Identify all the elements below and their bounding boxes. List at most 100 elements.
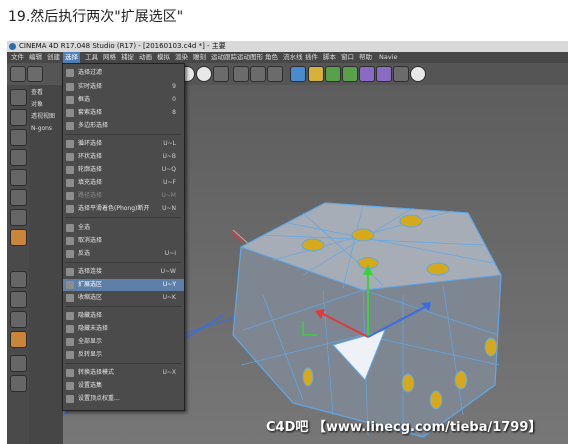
undo-icon[interactable] [10, 66, 26, 82]
menu-item-fill-selection[interactable]: 填充选择 U~F [63, 177, 184, 189]
workplane-icon[interactable] [10, 149, 27, 166]
polygon-selection-icon [66, 122, 74, 130]
invert-selection-icon [66, 250, 74, 258]
pen-spline-icon[interactable] [308, 66, 324, 82]
menu-item-unhide-all[interactable]: 全部显示 [63, 336, 184, 348]
menu-navie[interactable]: Navie [379, 52, 398, 63]
unhide-all-icon [66, 338, 74, 346]
shrink-selection-icon [66, 294, 74, 302]
locked-workplane-icon[interactable] [10, 311, 27, 328]
menu-item-invert-visibility[interactable]: 反转显示 [63, 349, 184, 361]
cloner-icon[interactable] [342, 66, 358, 82]
menu-item-convert-selection[interactable]: 转换选择模式 U~X [63, 367, 184, 379]
menu-item-hide-unselected[interactable]: 隐藏未选择 [63, 323, 184, 335]
menu-item-set-selection[interactable]: 设置选集 [63, 380, 184, 392]
select-dropdown-menu: 选择过滤 实时选择 9 框选 0 套索选择 8 多边形选择 循环选择 U~L 环状选择 U… [62, 63, 185, 411]
panel-perspective-label: 透视视图 [31, 113, 56, 120]
menu-item-select-all[interactable]: 全选 [63, 222, 184, 234]
menu-render[interactable]: 渲染 [175, 52, 188, 63]
menu-sculpt[interactable]: 雕刻 [193, 52, 206, 63]
magnet-icon[interactable] [10, 331, 27, 348]
menu-edit[interactable]: 编辑 [29, 52, 42, 63]
light-icon[interactable] [410, 66, 426, 82]
window-title: CINEMA 4D R17.048 Studio (R17) - [201601… [19, 42, 226, 50]
camera-icon[interactable] [393, 66, 409, 82]
points-mode-icon[interactable] [10, 169, 27, 186]
menu-item-outline-selection[interactable]: 轮廓选择 U~Q [63, 164, 184, 176]
render-view-icon[interactable] [233, 66, 249, 82]
menu-item-select-filter[interactable]: 选择过滤 [63, 67, 184, 79]
menu-bar: 文件 编辑 创建 选择 工具 网格 捕捉 动画 模拟 渲染 雕刻 运动跟踪 运动… [7, 52, 568, 63]
menu-snap[interactable]: 捕捉 [121, 52, 134, 63]
menu-animation[interactable]: 动画 [139, 52, 152, 63]
menu-script[interactable]: 脚本 [323, 52, 336, 63]
c4d-logo-icon [9, 43, 16, 50]
hide-selected-icon [66, 312, 74, 320]
select-connected-icon [66, 268, 74, 276]
fill-selection-icon [66, 179, 74, 187]
menu-mesh[interactable]: 网格 [103, 52, 116, 63]
polygons-mode-icon[interactable] [10, 209, 27, 226]
menu-item-hide-selected[interactable]: 隐藏选择 [63, 310, 184, 322]
visibility-icon[interactable] [10, 375, 27, 392]
loop-selection-icon [66, 140, 74, 148]
texture-mode-icon[interactable] [10, 129, 27, 146]
model-mode-icon[interactable] [10, 109, 27, 126]
select-all-icon [66, 224, 74, 232]
menu-character[interactable]: 角色 [265, 52, 278, 63]
invert-visibility-icon [66, 351, 74, 359]
menu-tools[interactable]: 工具 [85, 52, 98, 63]
menu-help[interactable]: 帮助 [359, 52, 372, 63]
panel-object-label[interactable]: 对象 [31, 99, 43, 108]
vertex-weight-icon [66, 395, 74, 403]
menu-item-lasso-selection[interactable]: 套索选择 8 [63, 107, 184, 119]
set-selection-icon [66, 382, 74, 390]
rotate-axis-z-icon[interactable] [196, 66, 212, 82]
menu-item-deselect-all[interactable]: 取消选择 [63, 235, 184, 247]
watermark: C4D吧 【www.linecg.com/tieba/1799】 [266, 420, 542, 435]
object-panel: 查看 对象 透视视图 N-gons [29, 85, 63, 444]
make-editable-icon[interactable] [10, 89, 27, 106]
lasso-selection-icon [66, 109, 74, 117]
coordinate-system-icon[interactable] [213, 66, 229, 82]
menu-separator [65, 363, 182, 364]
menu-item-live-selection[interactable]: 实时选择 9 [63, 81, 184, 93]
menu-select[interactable]: 选择 [63, 52, 80, 63]
panel-view-label[interactable]: 查看 [31, 87, 43, 96]
menu-item-rectangle-selection[interactable]: 框选 0 [63, 94, 184, 106]
menu-item-phong-break-selection[interactable]: 选择平滑着色(Phong)断开 U~N [63, 203, 184, 215]
redo-icon[interactable] [27, 66, 43, 82]
subdivision-surface-icon[interactable] [325, 66, 341, 82]
render-settings-icon[interactable] [267, 66, 283, 82]
menu-item-grow-selection[interactable]: 扩展选区 U~Y [63, 279, 184, 291]
phong-break-icon [66, 205, 74, 213]
symmetry-icon[interactable] [10, 355, 27, 372]
menu-item-polygon-selection[interactable]: 多边形选择 [63, 120, 184, 132]
page-caption: 19.然后执行两次"扩展选区" [8, 9, 184, 25]
deselect-icon [66, 237, 74, 245]
ring-selection-icon [66, 153, 74, 161]
axis-mode-icon[interactable] [10, 229, 27, 246]
edges-mode-icon[interactable] [10, 189, 27, 206]
menu-item-loop-selection[interactable]: 循环选择 U~L [63, 138, 184, 150]
cube-object-icon[interactable] [290, 66, 306, 82]
menu-simulate[interactable]: 模拟 [157, 52, 170, 63]
menu-file[interactable]: 文件 [11, 52, 24, 63]
menu-motion-tracking[interactable]: 运动跟踪 [211, 52, 237, 63]
menu-window[interactable]: 窗口 [341, 52, 354, 63]
menu-plugins[interactable]: 插件 [305, 52, 318, 63]
menu-item-select-connected[interactable]: 选择连接 U~W [63, 266, 184, 278]
deformer-icon[interactable] [359, 66, 375, 82]
render-picture-viewer-icon[interactable] [250, 66, 266, 82]
menu-item-invert-selection[interactable]: 反选 U~I [63, 248, 184, 260]
menu-mograph[interactable]: 运动图形 [237, 52, 263, 63]
menu-separator [65, 262, 182, 263]
scene-floor-icon[interactable] [376, 66, 392, 82]
menu-item-shrink-selection[interactable]: 收缩选区 U~K [63, 292, 184, 304]
menu-pipeline[interactable]: 流水线 [283, 52, 303, 63]
menu-item-ring-selection[interactable]: 环状选择 U~B [63, 151, 184, 163]
tweak-mode-icon[interactable] [10, 271, 27, 288]
menu-create[interactable]: 创建 [47, 52, 60, 63]
menu-item-set-vertex-weight[interactable]: 设置顶点权重... [63, 393, 184, 405]
snapping-icon[interactable] [10, 291, 27, 308]
